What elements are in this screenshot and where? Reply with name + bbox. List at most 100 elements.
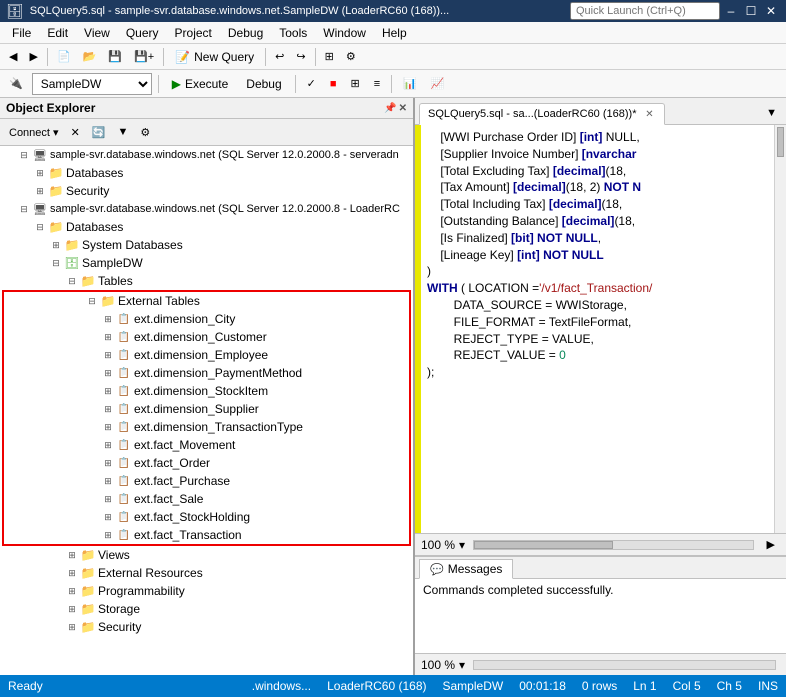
scroll-right-button[interactable]: ▶ <box>762 534 780 556</box>
ext-fact-stockholding-item[interactable]: ⊞ 📋 ext.fact_StockHolding <box>4 508 409 526</box>
scrollbar-thumb[interactable] <box>777 127 784 157</box>
ext-dimension-customer-item[interactable]: ⊞ 📋 ext.dimension_Customer <box>4 328 409 346</box>
parse-button[interactable]: ✓ <box>302 73 321 95</box>
external-tables-item[interactable]: ⊟ 📁 External Tables <box>4 292 409 310</box>
server-1-expand[interactable]: ⊟ <box>16 147 32 163</box>
security-2-item[interactable]: ⊞ 📁 Security <box>0 618 413 636</box>
ext-dimension-transactiontype-expand[interactable]: ⊞ <box>100 419 116 435</box>
quick-launch-input[interactable] <box>570 2 720 20</box>
ext-dimension-city-item[interactable]: ⊞ 📋 ext.dimension_City <box>4 310 409 328</box>
ext-dimension-city-expand[interactable]: ⊞ <box>100 311 116 327</box>
ext-dimension-customer-expand[interactable]: ⊞ <box>100 329 116 345</box>
tables-expand[interactable]: ⊟ <box>64 273 80 289</box>
settings-button[interactable]: ⚙ <box>341 46 361 68</box>
ext-dimension-supplier-expand[interactable]: ⊞ <box>100 401 116 417</box>
save-button[interactable]: 💾 <box>103 46 127 68</box>
refresh-button[interactable]: 🔄 <box>87 121 111 143</box>
stop-button[interactable]: ■ <box>325 73 342 95</box>
ext-fact-transaction-item[interactable]: ⊞ 📋 ext.fact_Transaction <box>4 526 409 544</box>
menu-project[interactable]: Project <box>167 22 220 43</box>
server-2-expand[interactable]: ⊟ <box>16 201 32 217</box>
databases-1-item[interactable]: ⊞ 📁 Databases <box>0 164 413 182</box>
menu-tools[interactable]: Tools <box>271 22 315 43</box>
ext-fact-order-expand[interactable]: ⊞ <box>100 455 116 471</box>
ext-dimension-employee-expand[interactable]: ⊞ <box>100 347 116 363</box>
external-resources-expand[interactable]: ⊞ <box>64 565 80 581</box>
connect-button[interactable]: Connect ▾ <box>4 121 64 143</box>
external-resources-item[interactable]: ⊞ 📁 External Resources <box>0 564 413 582</box>
messages-scrollbar[interactable] <box>473 660 776 670</box>
result-text-button[interactable]: ≡ <box>369 73 385 95</box>
editor-vertical-scrollbar[interactable] <box>774 125 786 533</box>
messages-tab[interactable]: 💬 Messages <box>419 559 513 579</box>
programmability-item[interactable]: ⊞ 📁 Programmability <box>0 582 413 600</box>
ext-dimension-paymentmethod-expand[interactable]: ⊞ <box>100 365 116 381</box>
security-1-item[interactable]: ⊞ 📁 Security <box>0 182 413 200</box>
views-expand[interactable]: ⊞ <box>64 547 80 563</box>
object-explorer-tree[interactable]: ⊟ 🖥 sample-svr.database.windows.net (SQL… <box>0 146 413 675</box>
menu-view[interactable]: View <box>76 22 118 43</box>
ext-dimension-employee-item[interactable]: ⊞ 📋 ext.dimension_Employee <box>4 346 409 364</box>
filter-settings-button[interactable]: ⚙ <box>135 121 155 143</box>
ext-dimension-paymentmethod-item[interactable]: ⊞ 📋 ext.dimension_PaymentMethod <box>4 364 409 382</box>
result-grid-button[interactable]: ⊞ <box>346 73 365 95</box>
grid-button[interactable]: ⊞ <box>320 46 339 68</box>
undo-button[interactable]: ↩ <box>270 46 289 68</box>
storage-expand[interactable]: ⊞ <box>64 601 80 617</box>
new-file-button[interactable]: 📄 <box>52 46 76 68</box>
system-databases-expand[interactable]: ⊞ <box>48 237 64 253</box>
messages-zoom-dropdown[interactable]: ▾ <box>459 658 465 672</box>
menu-edit[interactable]: Edit <box>39 22 76 43</box>
security-2-expand[interactable]: ⊞ <box>64 619 80 635</box>
tab-close-button[interactable]: ✕ <box>642 107 656 121</box>
ext-dimension-transactiontype-item[interactable]: ⊞ 📋 ext.dimension_TransactionType <box>4 418 409 436</box>
pin-icon[interactable]: 📌 <box>384 103 396 114</box>
system-databases-item[interactable]: ⊞ 📁 System Databases <box>0 236 413 254</box>
ext-dimension-stockitem-item[interactable]: ⊞ 📋 ext.dimension_StockItem <box>4 382 409 400</box>
back-button[interactable]: ◀ <box>4 46 22 68</box>
disconnect-button[interactable]: ✕ <box>66 121 85 143</box>
panel-menu-button[interactable]: ▼ <box>761 102 782 124</box>
storage-item[interactable]: ⊞ 📁 Storage <box>0 600 413 618</box>
menu-query[interactable]: Query <box>118 22 167 43</box>
query-tab-active[interactable]: SQLQuery5.sql - sa...(LoaderRC60 (168))*… <box>419 103 665 125</box>
ext-fact-sale-item[interactable]: ⊞ 📋 ext.fact_Sale <box>4 490 409 508</box>
databases-2-expand[interactable]: ⊟ <box>32 219 48 235</box>
connect-db-button[interactable]: 🔌 <box>4 73 28 95</box>
horizontal-scrollbar[interactable] <box>473 540 753 550</box>
ext-fact-movement-expand[interactable]: ⊞ <box>100 437 116 453</box>
ext-fact-sale-expand[interactable]: ⊞ <box>100 491 116 507</box>
debug-button[interactable]: Debug <box>239 73 288 95</box>
code-editor[interactable]: [WWI Purchase Order ID] [int] NULL, [Sup… <box>421 125 774 533</box>
ext-fact-purchase-expand[interactable]: ⊞ <box>100 473 116 489</box>
minimize-button[interactable]: – <box>722 2 740 20</box>
sampledw-item[interactable]: ⊟ 🗄 SampleDW <box>0 254 413 272</box>
maximize-button[interactable]: ☐ <box>742 2 760 20</box>
ext-fact-order-item[interactable]: ⊞ 📋 ext.fact_Order <box>4 454 409 472</box>
databases-1-expand[interactable]: ⊞ <box>32 165 48 181</box>
filter-button[interactable]: ▼ <box>112 121 133 143</box>
save-all-button[interactable]: 💾+ <box>129 46 159 68</box>
server-2-item[interactable]: ⊟ 🖥 sample-svr.database.windows.net (SQL… <box>0 200 413 218</box>
sampledw-expand[interactable]: ⊟ <box>48 255 64 271</box>
ext-dimension-supplier-item[interactable]: ⊞ 📋 ext.dimension_Supplier <box>4 400 409 418</box>
ext-fact-movement-item[interactable]: ⊞ 📋 ext.fact_Movement <box>4 436 409 454</box>
close-button[interactable]: ✕ <box>762 2 780 20</box>
zoom-dropdown-icon[interactable]: ▾ <box>459 538 465 552</box>
databases-2-item[interactable]: ⊟ 📁 Databases <box>0 218 413 236</box>
database-dropdown[interactable]: SampleDW <box>32 73 152 95</box>
client-stats-button[interactable]: 📈 <box>426 73 450 95</box>
include-actual-plan-button[interactable]: 📊 <box>398 73 422 95</box>
security-1-expand[interactable]: ⊞ <box>32 183 48 199</box>
ext-fact-purchase-item[interactable]: ⊞ 📋 ext.fact_Purchase <box>4 472 409 490</box>
ext-fact-stockholding-expand[interactable]: ⊞ <box>100 509 116 525</box>
ext-fact-transaction-expand[interactable]: ⊞ <box>100 527 116 543</box>
server-1-item[interactable]: ⊟ 🖥 sample-svr.database.windows.net (SQL… <box>0 146 413 164</box>
views-item[interactable]: ⊞ 📁 Views <box>0 546 413 564</box>
tables-item[interactable]: ⊟ 📁 Tables <box>0 272 413 290</box>
close-panel-icon[interactable]: ✕ <box>399 103 407 114</box>
new-query-button[interactable]: 📝 New Query <box>168 46 261 68</box>
menu-window[interactable]: Window <box>315 22 374 43</box>
menu-debug[interactable]: Debug <box>220 22 271 43</box>
redo-button[interactable]: ↪ <box>291 46 310 68</box>
